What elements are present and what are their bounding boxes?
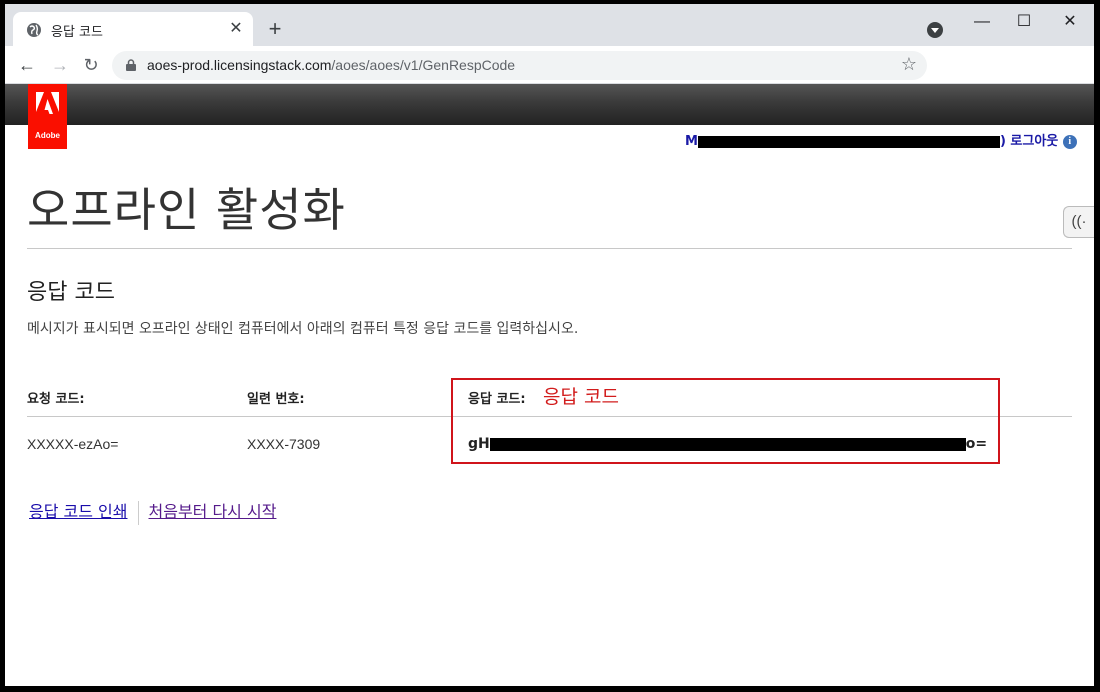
forward-button[interactable]: → xyxy=(49,55,71,77)
page-content: Adobe M) 로그아웃 i ((· 오프라인 활성화 응답 코드 메시지가 … xyxy=(5,84,1094,686)
logout-link[interactable]: 로그아웃 xyxy=(1010,134,1058,149)
url-text[interactable]: aoes-prod.licensingstack.com/aoes/aoes/v… xyxy=(147,57,515,73)
user-name-suffix: ) xyxy=(999,134,1006,149)
address-bar[interactable]: aoes-prod.licensingstack.com/aoes/aoes/v… xyxy=(112,51,927,80)
serial-number-value: XXXX-7309 xyxy=(247,436,321,452)
redacted-user-info xyxy=(697,135,1000,148)
instructions-text: 메시지가 표시되면 오프라인 상태인 컴퓨터에서 아래의 컴퓨터 특정 응답 코… xyxy=(27,321,579,337)
link-divider xyxy=(137,500,139,525)
back-button[interactable]: ← xyxy=(16,55,38,77)
section-title: 응답 코드 xyxy=(27,280,115,305)
info-icon[interactable]: i xyxy=(1062,134,1077,149)
tab-title: 응답 코드 xyxy=(51,25,103,40)
adobe-a-icon xyxy=(36,92,59,114)
help-chat-icon[interactable]: ((· xyxy=(1063,206,1094,238)
adobe-logo[interactable]: Adobe xyxy=(28,84,67,149)
user-bar: M) 로그아웃 i xyxy=(685,130,1077,149)
lock-icon[interactable] xyxy=(126,59,136,71)
browser-toolbar: ← → ↻ aoes-prod.licensingstack.com/aoes/… xyxy=(5,46,1094,84)
response-highlight-box xyxy=(451,378,1000,464)
close-window-button[interactable]: ✕ xyxy=(1058,10,1082,34)
new-tab-button[interactable]: + xyxy=(263,18,287,42)
globe-icon xyxy=(27,23,41,37)
reload-button[interactable]: ↻ xyxy=(80,55,102,77)
url-host: aoes-prod.licensingstack.com xyxy=(147,57,332,73)
action-links: 응답 코드 인쇄 처음부터 다시 시작 xyxy=(29,498,276,525)
adobe-logo-text: Adobe xyxy=(35,131,60,140)
minimize-button[interactable]: — xyxy=(970,10,994,34)
user-name-prefix: M xyxy=(685,134,698,149)
maximize-button[interactable]: ☐ xyxy=(1012,10,1036,34)
bookmark-star-icon[interactable]: ☆ xyxy=(901,54,917,75)
tab-close-icon[interactable]: ✕ xyxy=(227,20,245,38)
page-title: 오프라인 활성화 xyxy=(27,183,346,237)
request-code-label: 요청 코드: xyxy=(27,392,85,407)
print-response-code-link[interactable]: 응답 코드 인쇄 xyxy=(29,502,128,521)
adobe-header-bar xyxy=(5,84,1094,125)
url-path: /aoes/aoes/v1/GenRespCode xyxy=(331,57,516,73)
browser-tab[interactable]: 응답 코드 ✕ xyxy=(13,12,253,46)
restart-link[interactable]: 처음부터 다시 시작 xyxy=(149,502,277,521)
request-code-value: XXXXX-ezAo= xyxy=(27,436,119,452)
serial-number-label: 일련 번호: xyxy=(247,392,305,407)
tab-search-icon[interactable] xyxy=(927,22,943,38)
tab-strip: 응답 코드 ✕ + — ☐ ✕ xyxy=(5,4,1094,52)
browser-window: 응답 코드 ✕ + — ☐ ✕ ← → ↻ aoes-prod.licensin… xyxy=(5,4,1094,686)
title-divider xyxy=(27,248,1072,249)
